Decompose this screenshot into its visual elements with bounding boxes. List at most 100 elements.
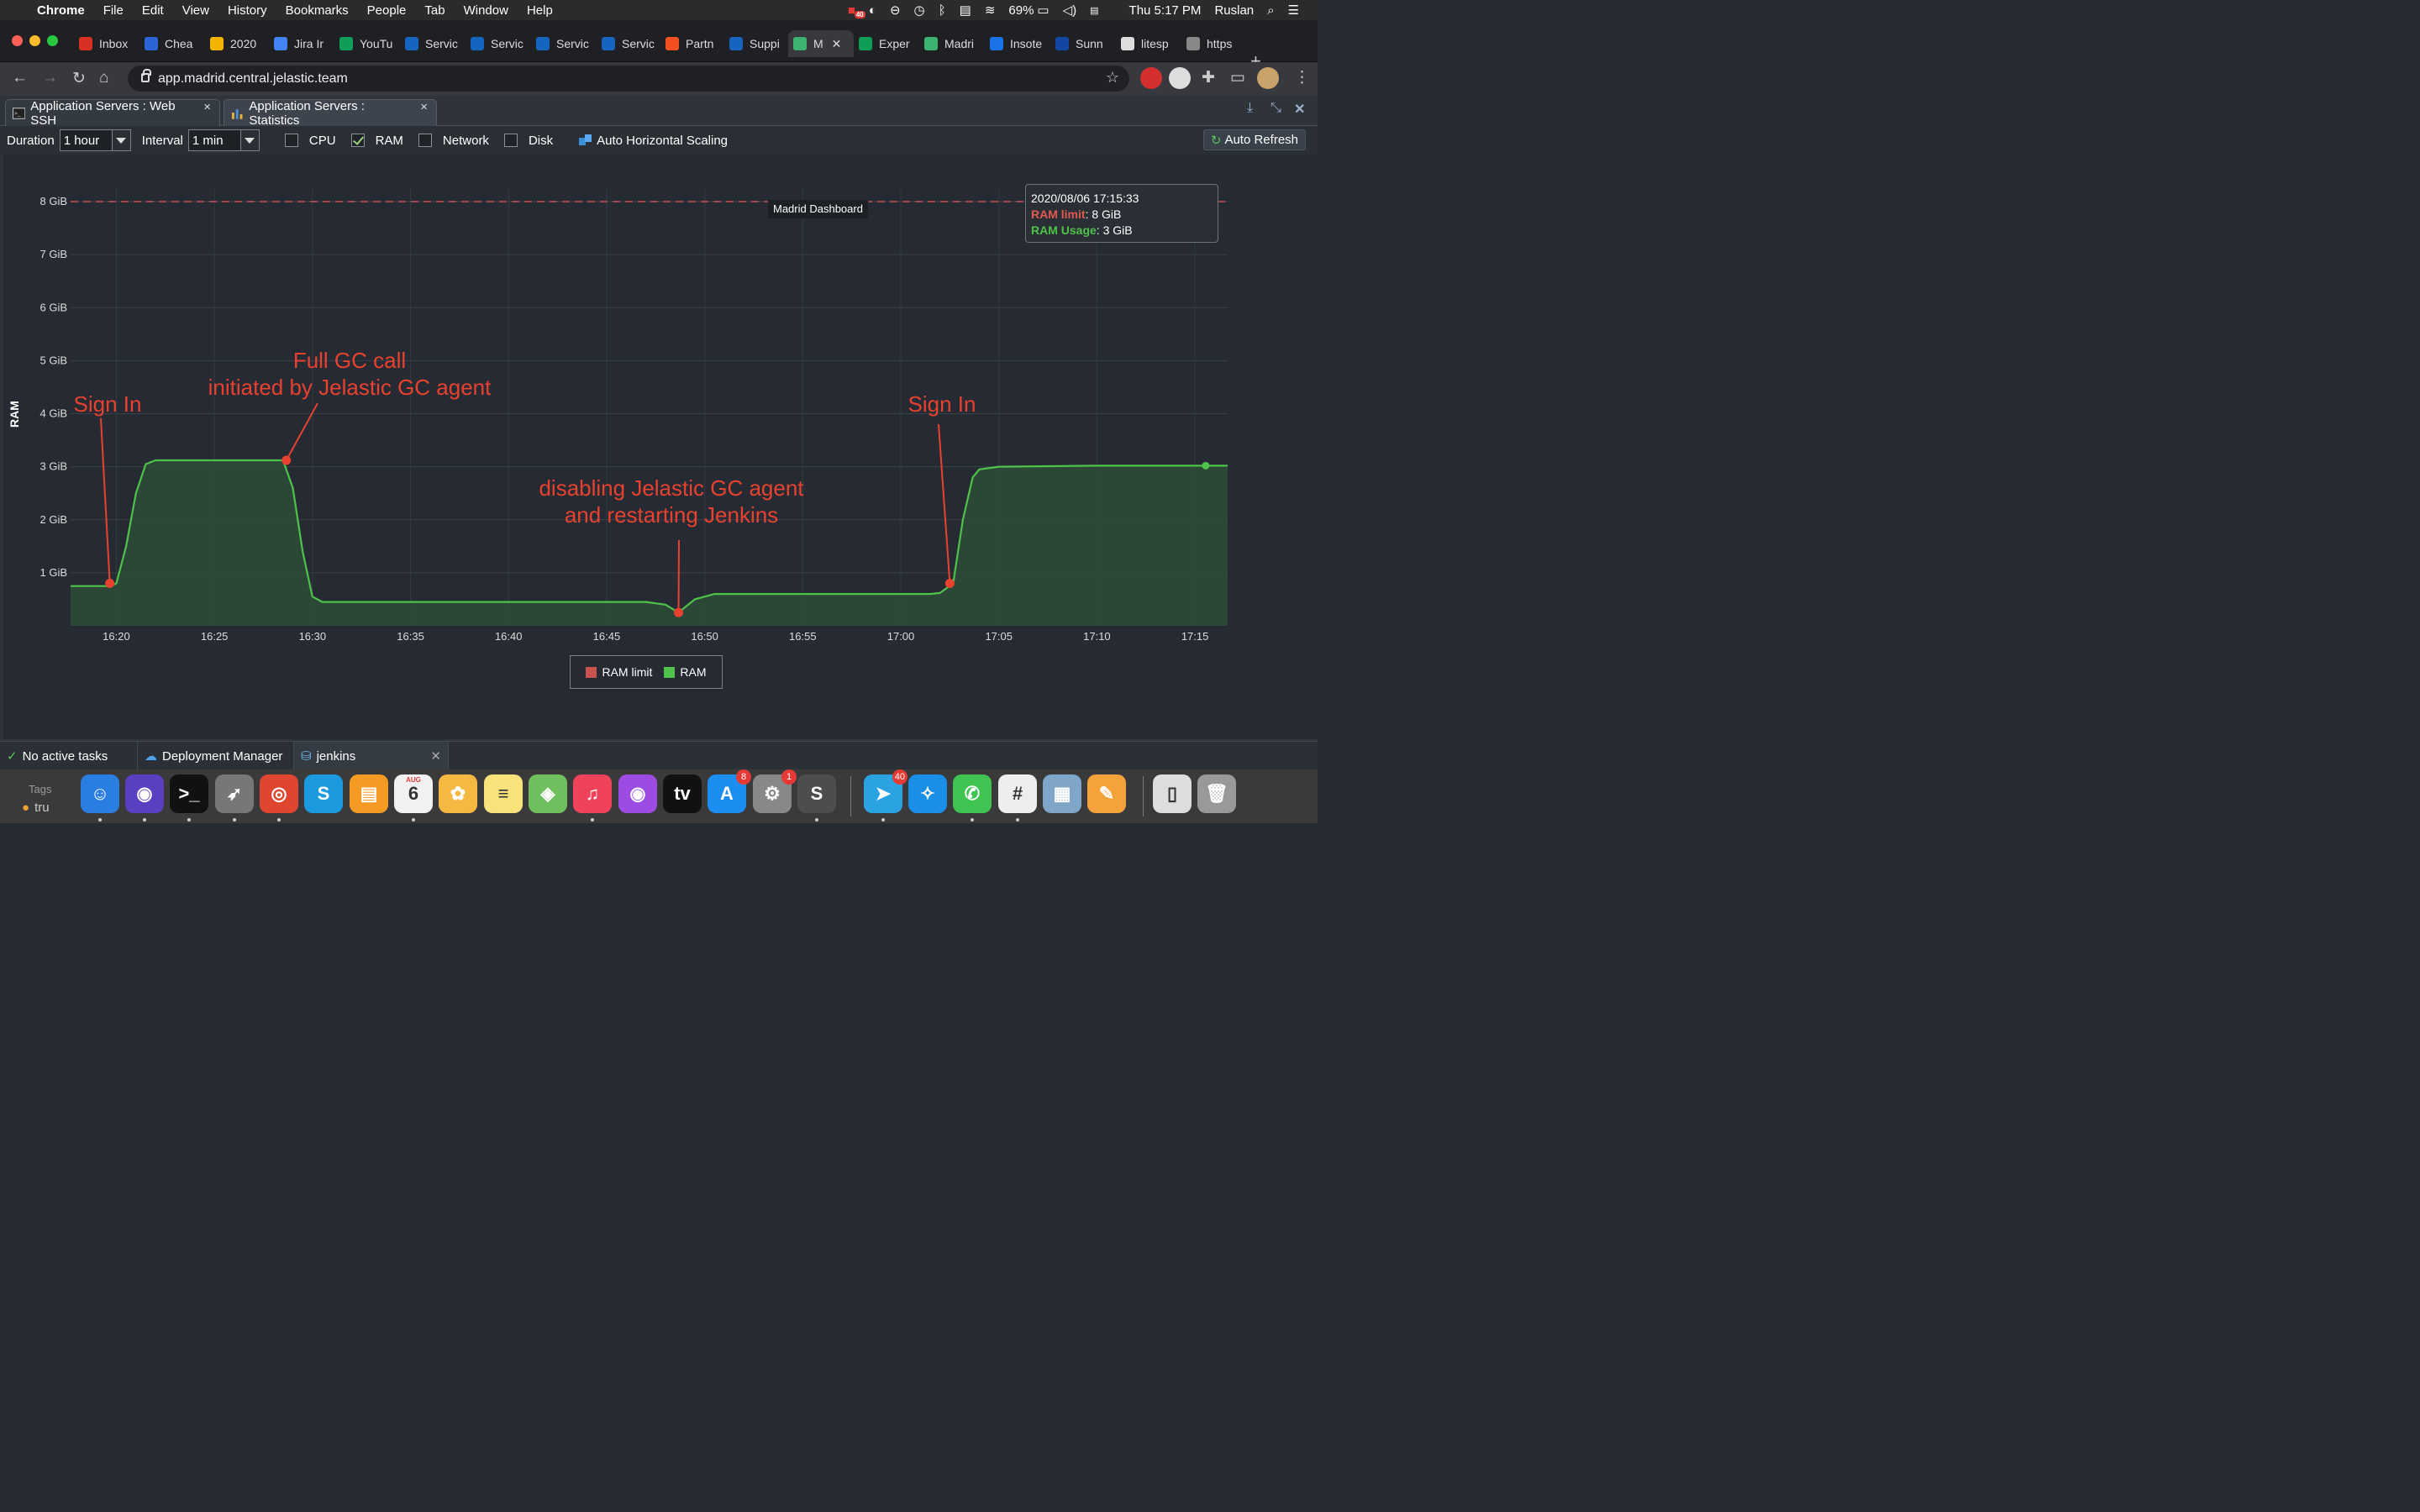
wifi-icon[interactable]: ≋ — [985, 3, 996, 18]
close-tab-icon[interactable]: × — [203, 100, 211, 114]
flag-us-icon[interactable]: ▤ — [1090, 5, 1098, 16]
network-checkbox[interactable] — [418, 134, 432, 147]
dock-preview-icon[interactable]: ▦ — [1043, 774, 1081, 813]
dock-photos-icon[interactable]: ✿ — [439, 774, 477, 813]
close-tab-icon[interactable]: ✕ — [832, 37, 842, 51]
dock-tv-icon[interactable]: tv — [663, 774, 702, 813]
dock-music-icon[interactable]: ♫ — [573, 774, 612, 813]
battery-percent[interactable]: 69% — [1008, 3, 1034, 18]
env-tab-jenkins[interactable]: ⛁ jenkins ✕ — [294, 742, 449, 770]
dock-slack-icon[interactable]: # — [998, 774, 1037, 813]
dock-notes-icon[interactable]: ≡ — [484, 774, 523, 813]
close-panel-icon[interactable]: ✕ — [1294, 101, 1305, 118]
auto-refresh-button[interactable]: ↻ Auto Refresh — [1202, 129, 1306, 150]
menu-app-name[interactable]: Chrome — [37, 3, 85, 18]
minimize-window-icon[interactable] — [29, 35, 40, 46]
deployment-manager-button[interactable]: ☁ Deployment Manager — [138, 742, 294, 770]
browser-tab[interactable]: 2020 — [205, 30, 269, 57]
menu-view[interactable]: View — [182, 3, 209, 18]
user-name[interactable]: Ruslan — [1214, 3, 1254, 18]
menu-bookmarks[interactable]: Bookmarks — [286, 3, 349, 18]
battery-icon[interactable]: ▭ — [1037, 3, 1049, 18]
dock-skype-icon[interactable]: S — [304, 774, 343, 813]
menu-tab[interactable]: Tab — [424, 3, 445, 18]
dock-podcasts-icon[interactable]: ◉ — [618, 774, 657, 813]
video-muted-icon[interactable]: ■ 40 — [848, 3, 865, 18]
tab-web-ssh[interactable]: >_ Application Servers : Web SSH × — [5, 99, 220, 128]
menu-help[interactable]: Help — [527, 3, 553, 18]
dock-telegram-icon[interactable]: ➤ 40 — [864, 769, 908, 813]
extension-bolt-icon[interactable] — [1169, 67, 1191, 89]
back-icon[interactable]: ← — [12, 69, 28, 87]
home-icon[interactable]: ⌂ — [99, 69, 108, 87]
browser-tab[interactable]: Inbox — [74, 30, 138, 57]
browser-tab[interactable]: https — [1181, 30, 1245, 57]
close-tab-icon[interactable]: × — [420, 100, 428, 114]
chevron-down-icon[interactable] — [239, 130, 259, 150]
dock-app-store-icon[interactable]: A8 — [708, 769, 751, 813]
zoom-window-icon[interactable] — [47, 35, 58, 46]
minus-circle-icon[interactable]: ⊖ — [890, 3, 901, 18]
ram-checkbox[interactable] — [350, 134, 365, 147]
browser-tab[interactable]: Sunn — [1050, 30, 1114, 57]
dock-trash-icon[interactable]: 🗑 — [1197, 774, 1236, 813]
browser-tab[interactable]: Partn — [660, 30, 724, 57]
legend-ram[interactable]: RAM — [680, 665, 706, 679]
address-bar[interactable]: app.madrid.central.jelastic.team ☆ — [128, 66, 1129, 92]
download-icon[interactable]: ⤓ — [1247, 101, 1253, 116]
dock-calendar-icon[interactable]: 6 AUG — [394, 774, 433, 813]
cast-icon[interactable]: ▭ — [1230, 68, 1245, 87]
profile-avatar[interactable] — [1257, 67, 1279, 89]
dock-system-preferences-icon[interactable]: ⚙ 1 — [753, 769, 797, 813]
browser-tab[interactable]: Servic — [531, 30, 595, 57]
browser-tab[interactable]: Servic — [400, 30, 464, 57]
browser-tab[interactable]: Insote — [985, 30, 1049, 57]
volume-icon[interactable]: ◁) — [1063, 3, 1077, 18]
bookmark-star-icon[interactable]: ☆ — [1106, 69, 1119, 87]
close-window-icon[interactable] — [12, 35, 23, 46]
dock-pages-icon[interactable]: ✎ — [1087, 774, 1126, 813]
bluetooth-icon[interactable]: ᛒ — [939, 3, 946, 18]
menu-edit[interactable]: Edit — [142, 3, 164, 18]
dock-chrome-icon[interactable]: ◎ — [260, 774, 298, 813]
tag-item[interactable]: tru — [34, 801, 50, 815]
browser-tab[interactable]: Chea — [139, 30, 203, 57]
dock-finder-icon[interactable]: ☺ — [81, 774, 119, 813]
browser-tab[interactable]: Exper — [854, 30, 918, 57]
cpu-checkbox[interactable] — [284, 134, 298, 147]
chevron-down-icon[interactable] — [111, 130, 130, 150]
dock-maps-icon[interactable]: ◈ — [529, 774, 567, 813]
time-machine-icon[interactable]: ◷ — [914, 3, 925, 18]
browser-tab[interactable]: Servic — [466, 30, 529, 57]
duration-select[interactable]: 1 hour — [59, 129, 131, 151]
browser-tab[interactable]: Jira Ir — [269, 30, 333, 57]
browser-tab[interactable]: Suppi — [724, 30, 788, 57]
reload-icon[interactable]: ↻ — [72, 69, 86, 88]
auto-horizontal-scaling-button[interactable]: Auto Horizontal Scaling — [578, 133, 728, 148]
browser-tab[interactable]: Madri — [919, 30, 983, 57]
browser-tab[interactable]: litesp — [1116, 30, 1180, 57]
dock-launchpad-icon[interactable]: ➶ — [215, 774, 254, 813]
dock-siri-icon[interactable]: ◉ — [125, 774, 164, 813]
dock-safari-icon[interactable]: ✧ — [908, 774, 947, 813]
extension-lastpass-icon[interactable] — [1140, 67, 1162, 89]
dock-sublime-icon[interactable]: S — [797, 774, 836, 813]
clock[interactable]: Thu 5:17 PM — [1129, 3, 1202, 18]
forward-icon[interactable]: → — [42, 69, 58, 87]
menu-window[interactable]: Window — [464, 3, 508, 18]
spotlight-icon[interactable]: ⌕ — [1267, 3, 1274, 18]
browser-tab[interactable]: M ✕ — [788, 30, 854, 57]
tasks-status[interactable]: ✓ No active tasks — [0, 742, 138, 770]
tab-statistics[interactable]: Application Servers : Statistics × — [224, 99, 437, 128]
dock-whatsapp-icon[interactable]: ✆ — [953, 774, 992, 813]
legend-ram-limit[interactable]: RAM limit — [602, 665, 652, 679]
collapse-icon[interactable]: ⤡ — [1270, 101, 1281, 116]
menu-file[interactable]: File — [103, 3, 124, 18]
avatar-icon[interactable]: ◐ — [869, 3, 876, 18]
keyboard-icon[interactable]: ▤ — [960, 3, 971, 18]
browser-tab[interactable]: Servic — [597, 30, 660, 57]
close-env-tab-icon[interactable]: ✕ — [430, 748, 441, 764]
dock-documents-icon[interactable]: ▯ — [1153, 774, 1192, 813]
chrome-menu-icon[interactable]: ⋮ — [1294, 68, 1310, 87]
menu-history[interactable]: History — [228, 3, 267, 18]
